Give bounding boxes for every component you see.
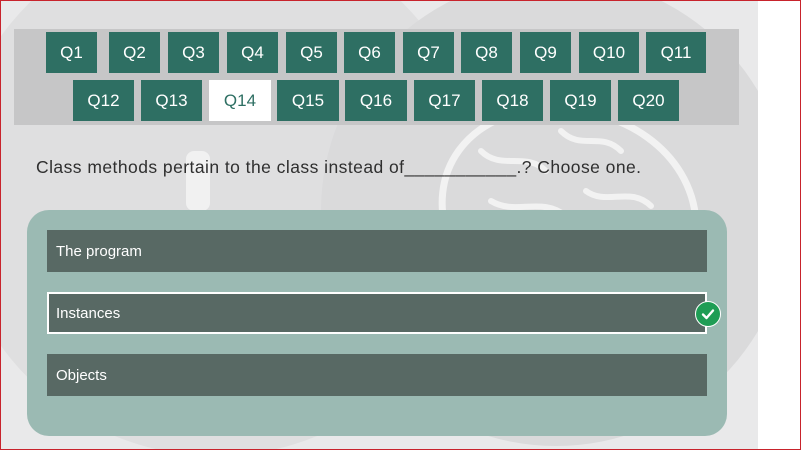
question-button-q20[interactable]: Q20 xyxy=(618,80,679,121)
question-text: Class methods pertain to the class inste… xyxy=(36,157,642,177)
question-button-q18[interactable]: Q18 xyxy=(482,80,543,121)
question-button-q7[interactable]: Q7 xyxy=(403,32,454,73)
question-button-q1[interactable]: Q1 xyxy=(46,32,97,73)
question-navigation: Q1 Q2 Q3 Q4 Q5 Q6 Q7 Q8 Q9 Q10 Q11 Q12 Q… xyxy=(14,29,739,125)
question-button-q2[interactable]: Q2 xyxy=(109,32,160,73)
question-button-q5[interactable]: Q5 xyxy=(286,32,337,73)
question-button-q8[interactable]: Q8 xyxy=(461,32,512,73)
answer-option-instances[interactable]: Instances xyxy=(47,292,707,334)
answer-option-objects[interactable]: Objects xyxy=(47,354,707,396)
quiz-window: Q1 Q2 Q3 Q4 Q5 Q6 Q7 Q8 Q9 Q10 Q11 Q12 Q… xyxy=(0,0,801,450)
answer-option-label: Objects xyxy=(56,366,107,384)
question-button-q19[interactable]: Q19 xyxy=(550,80,611,121)
answer-panel: The program Instances Objects xyxy=(27,210,727,436)
question-button-q13[interactable]: Q13 xyxy=(141,80,202,121)
question-button-q10[interactable]: Q10 xyxy=(579,32,639,73)
question-button-q12[interactable]: Q12 xyxy=(73,80,134,121)
answer-option-label: The program xyxy=(56,242,142,260)
right-margin-strip xyxy=(758,1,800,449)
check-circle-icon xyxy=(695,301,721,327)
question-button-q6[interactable]: Q6 xyxy=(344,32,395,73)
question-button-q16[interactable]: Q16 xyxy=(345,80,407,121)
question-button-q17[interactable]: Q17 xyxy=(414,80,475,121)
question-button-q3[interactable]: Q3 xyxy=(168,32,219,73)
answer-option-label: Instances xyxy=(56,304,121,322)
question-button-q15[interactable]: Q15 xyxy=(277,80,339,121)
answer-option-the-program[interactable]: The program xyxy=(47,230,707,272)
question-button-q11[interactable]: Q11 xyxy=(646,32,706,73)
question-button-q14[interactable]: Q14 xyxy=(209,80,271,121)
question-button-q9[interactable]: Q9 xyxy=(520,32,571,73)
question-button-q4[interactable]: Q4 xyxy=(227,32,278,73)
